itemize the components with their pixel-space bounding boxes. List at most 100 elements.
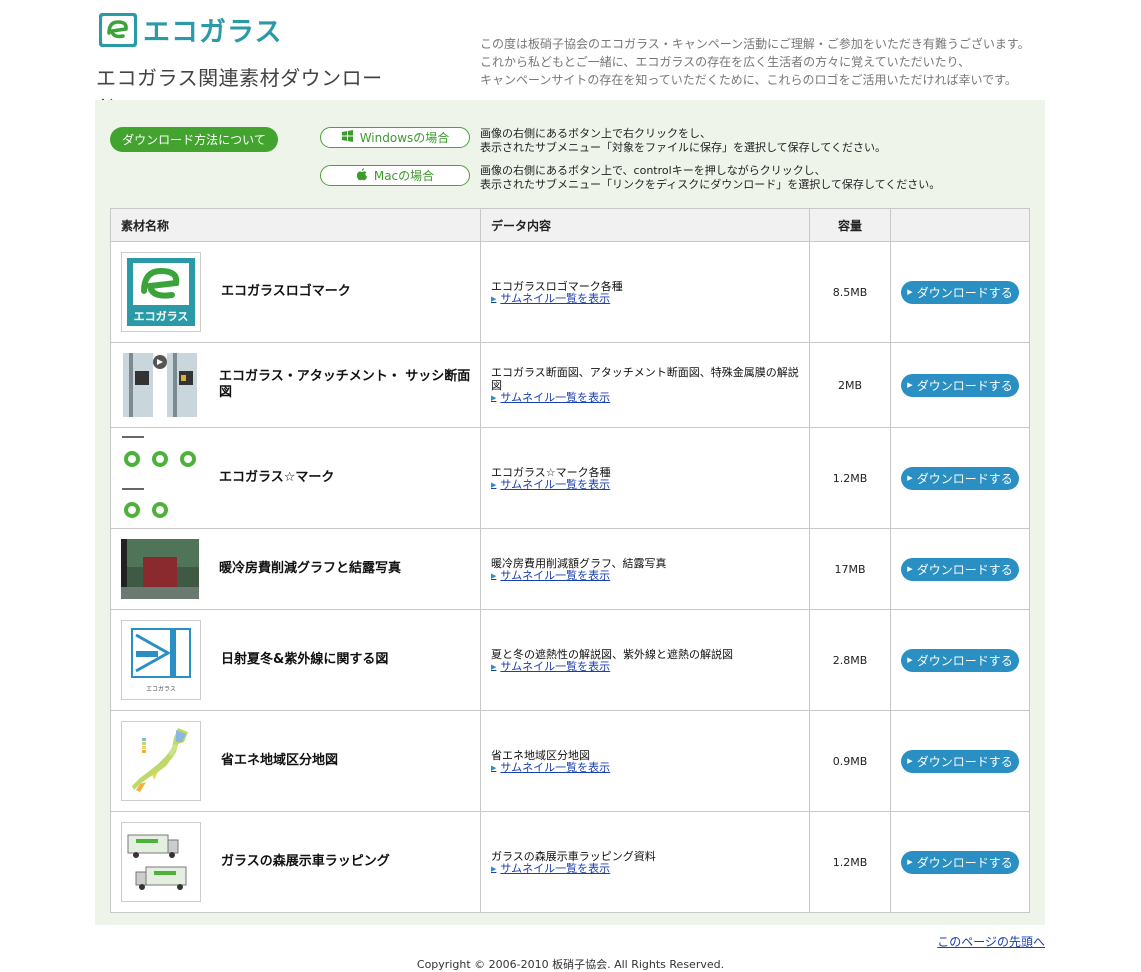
material-desc: 夏と冬の遮熱性の解説図、紫外線と遮熱の解説図 <box>491 647 733 661</box>
mac-howto-pill: Macの場合 <box>320 165 470 186</box>
show-thumbnails-label: サムネイル一覧を表示 <box>500 291 611 305</box>
windows-desc-line: 表示されたサブメニュー「対象をファイルに保存」を選択して保存してください。 <box>480 141 887 154</box>
header-size: 容量 <box>810 209 891 241</box>
action-cell: ▶ ダウンロードする <box>891 343 1029 427</box>
download-button[interactable]: ▶ ダウンロードする <box>901 648 1019 672</box>
show-thumbnails-label: サムネイル一覧を表示 <box>500 760 611 774</box>
material-size: 0.9MB <box>810 711 891 811</box>
material-desc: エコガラスロゴマーク各種 <box>491 279 623 293</box>
triangle-right-icon: ▶ <box>491 294 497 303</box>
triangle-right-icon: ▶ <box>907 288 913 296</box>
triangle-right-icon: ▶ <box>491 480 497 489</box>
download-label: ダウンロードする <box>916 471 1013 486</box>
content-cell: エコガラス断面図、アタッチメント断面図、特殊金属膜の解説図 ▶ サムネイル一覧を表… <box>481 343 810 427</box>
show-thumbnails-link[interactable]: ▶ サムネイル一覧を表示 <box>491 392 610 404</box>
name-cell: エコガラス 日射夏冬&紫外線に関する図 <box>111 610 481 710</box>
material-desc: 省エネ地域区分地図 <box>491 748 590 762</box>
table-row: エコガラス 日射夏冬&紫外線に関する図 夏と冬の遮熱性の解説図、紫外線と遮熱の解… <box>111 610 1029 711</box>
material-name: エコガラスロゴマーク <box>221 284 351 299</box>
download-label: ダウンロードする <box>916 285 1013 300</box>
star-mark-thumbnail <box>121 432 199 524</box>
header-content: データ内容 <box>481 209 810 241</box>
content-cell: ガラスの森展示車ラッピング資料 ▶ サムネイル一覧を表示 <box>481 812 810 912</box>
header-action <box>891 209 1029 241</box>
content-cell: エコガラスロゴマーク各種 ▶ サムネイル一覧を表示 <box>481 242 810 342</box>
triangle-right-icon: ▶ <box>491 662 497 671</box>
download-label: ダウンロードする <box>916 754 1013 769</box>
download-button[interactable]: ▶ ダウンロードする <box>901 466 1019 490</box>
show-thumbnails-link[interactable]: ▶ サムネイル一覧を表示 <box>491 477 611 491</box>
action-cell: ▶ ダウンロードする <box>891 610 1029 710</box>
mac-instructions: 画像の右側にあるボタン上で、controlキーを押しながらクリックし、 表示され… <box>480 164 940 192</box>
intro-line: この度は板硝子協会のエコガラス・キャンペーン活動にご理解・ご参加をいただき有難う… <box>480 37 1030 51</box>
material-name: 日射夏冬&紫外線に関する図 <box>221 652 389 667</box>
show-thumbnails-link[interactable]: ▶ サムネイル一覧を表示 <box>491 862 610 875</box>
material-size: 2.8MB <box>810 610 891 710</box>
name-cell: 暖冷房費削減グラフと結露写真 <box>111 529 481 609</box>
intro-text: この度は板硝子協会のエコガラス・キャンペーン活動にご理解・ご参加をいただき有難う… <box>480 35 1060 89</box>
show-thumbnails-link[interactable]: ▶ サムネイル一覧を表示 <box>491 660 610 673</box>
show-thumbnails-label: サムネイル一覧を表示 <box>500 568 611 582</box>
download-panel: ダウンロード方法について Windowsの場合 画像の右側にあるボタン上で右クリ… <box>95 100 1045 925</box>
content-cell: 暖冷房費用削減額グラフ、結露写真 ▶ サムネイル一覧を表示 <box>481 529 810 609</box>
howto-button[interactable]: ダウンロード方法について <box>110 127 278 152</box>
region-map-thumbnail <box>121 721 201 801</box>
material-size: 2MB <box>810 343 891 427</box>
windows-instructions: 画像の右側にあるボタン上で右クリックをし、 表示されたサブメニュー「対象をファイ… <box>480 127 886 155</box>
name-cell: エコガラス・アタッチメント・ サッシ断面図 <box>111 343 481 427</box>
triangle-right-icon: ▶ <box>907 858 913 866</box>
triangle-right-icon: ▶ <box>907 565 913 573</box>
triangle-right-icon: ▶ <box>491 571 497 580</box>
mac-label: Macの場合 <box>373 169 435 183</box>
name-cell: エコガラス☆マーク <box>111 428 481 528</box>
table-header: 素材名称 データ内容 容量 <box>111 209 1029 242</box>
condensation-photo-thumbnail <box>121 539 199 599</box>
triangle-right-icon: ▶ <box>907 757 913 765</box>
windows-desc-line: 画像の右側にあるボタン上で右クリックをし、 <box>480 127 711 140</box>
show-thumbnails-label: サムネイル一覧を表示 <box>500 391 611 404</box>
download-label: ダウンロードする <box>916 653 1013 668</box>
table-row: ガラスの森展示車ラッピング ガラスの森展示車ラッピング資料 ▶ サムネイル一覧を表… <box>111 812 1029 912</box>
show-thumbnails-label: サムネイル一覧を表示 <box>500 477 611 491</box>
back-to-top-link[interactable]: このページの先頭へ <box>937 933 1045 950</box>
name-cell: 省エネ地域区分地図 <box>111 711 481 811</box>
download-button[interactable]: ▶ ダウンロードする <box>901 373 1019 397</box>
material-desc: エコガラス☆マーク各種 <box>491 465 611 479</box>
triangle-right-icon: ▶ <box>907 381 913 389</box>
mac-desc-line: 表示されたサブメニュー「リンクをディスクにダウンロード」を選択して保存してくださ… <box>480 178 941 191</box>
action-cell: ▶ ダウンロードする <box>891 812 1029 912</box>
materials-table: 素材名称 データ内容 容量 エコガラス エコガラスロゴマーク エコガラスロゴマー… <box>110 208 1030 913</box>
material-size: 17MB <box>810 529 891 609</box>
triangle-right-icon: ▶ <box>491 864 497 873</box>
sash-section-thumbnail <box>121 353 199 417</box>
download-button[interactable]: ▶ ダウンロードする <box>901 280 1019 304</box>
svg-text:エコガラス: エコガラス <box>134 309 189 323</box>
material-desc: ガラスの森展示車ラッピング資料 <box>491 849 656 863</box>
show-thumbnails-link[interactable]: ▶ サムネイル一覧を表示 <box>491 568 611 582</box>
download-button[interactable]: ▶ ダウンロードする <box>901 557 1019 581</box>
site-logo[interactable]: エコガラス <box>99 10 282 49</box>
show-thumbnails-link[interactable]: ▶ サムネイル一覧を表示 <box>491 760 611 774</box>
triangle-right-icon: ▶ <box>907 474 913 482</box>
material-desc: エコガラス断面図、アタッチメント断面図、特殊金属膜の解説図 <box>491 366 799 392</box>
truck-wrapping-thumbnail <box>121 822 201 902</box>
action-cell: ▶ ダウンロードする <box>891 529 1029 609</box>
download-button[interactable]: ▶ ダウンロードする <box>901 850 1019 874</box>
windows-label: Windowsの場合 <box>359 131 450 145</box>
windows-howto-pill: Windowsの場合 <box>320 127 470 148</box>
download-button[interactable]: ▶ ダウンロードする <box>901 749 1019 773</box>
content-cell: 省エネ地域区分地図 ▶ サムネイル一覧を表示 <box>481 711 810 811</box>
material-name: ガラスの森展示車ラッピング <box>221 854 390 869</box>
table-row: エコガラス エコガラスロゴマーク エコガラスロゴマーク各種 ▶ サムネイル一覧を表… <box>111 242 1029 343</box>
content-cell: 夏と冬の遮熱性の解説図、紫外線と遮熱の解説図 ▶ サムネイル一覧を表示 <box>481 610 810 710</box>
table-row: エコガラス☆マーク エコガラス☆マーク各種 ▶ サムネイル一覧を表示 1.2MB … <box>111 428 1029 529</box>
svg-text:エコガラス: エコガラス <box>146 685 176 693</box>
content-cell: エコガラス☆マーク各種 ▶ サムネイル一覧を表示 <box>481 428 810 528</box>
apple-icon <box>356 167 368 184</box>
show-thumbnails-link[interactable]: ▶ サムネイル一覧を表示 <box>491 291 611 305</box>
action-cell: ▶ ダウンロードする <box>891 428 1029 528</box>
action-cell: ▶ ダウンロードする <box>891 242 1029 342</box>
triangle-right-icon: ▶ <box>907 656 913 664</box>
logo-text: エコガラス <box>143 17 283 48</box>
name-cell: エコガラス エコガラスロゴマーク <box>111 242 481 342</box>
